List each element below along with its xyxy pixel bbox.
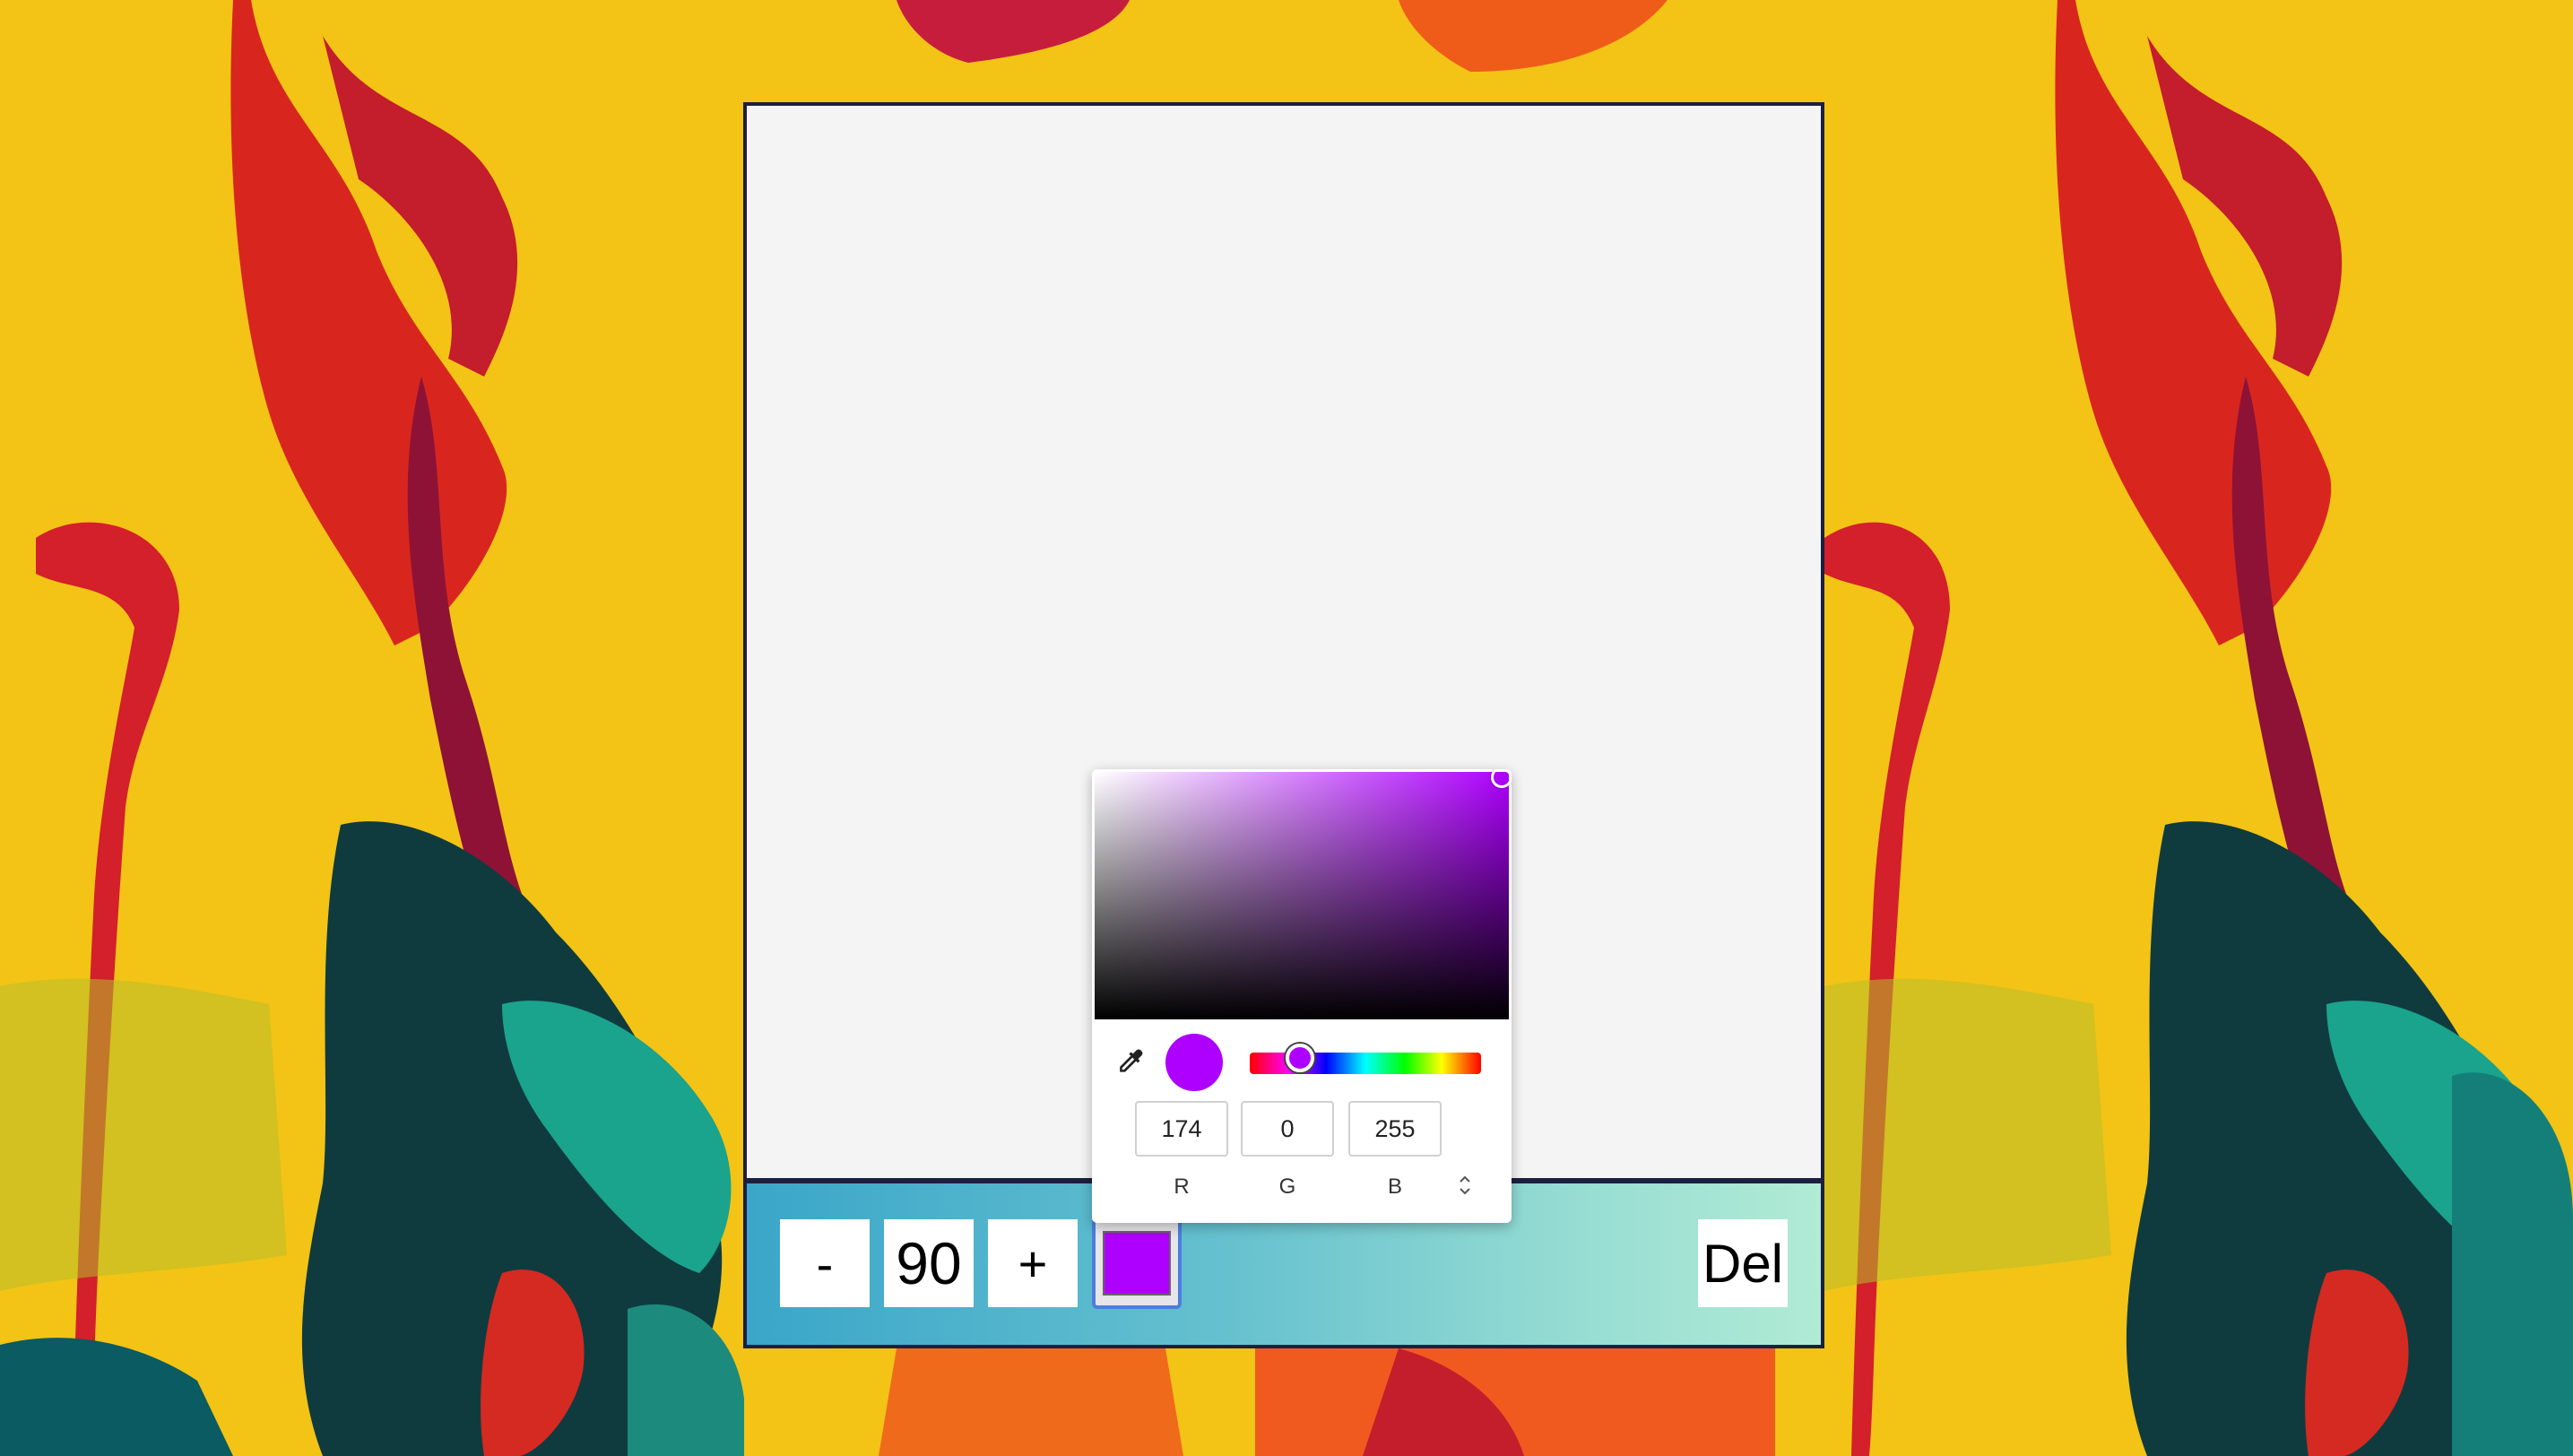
color-preview — [1165, 1034, 1223, 1091]
color-picker-button[interactable] — [1092, 1218, 1182, 1309]
delete-button[interactable]: Del — [1698, 1219, 1788, 1307]
eyedropper-icon-svg — [1120, 1049, 1143, 1072]
saturation-handle[interactable] — [1491, 769, 1512, 788]
hue-slider[interactable] — [1250, 1044, 1481, 1074]
eyedropper-icon[interactable] — [1112, 1044, 1148, 1079]
green-input[interactable] — [1241, 1101, 1334, 1157]
up-down-chevron-icon[interactable] — [1454, 1171, 1476, 1200]
saturation-value-area[interactable] — [1095, 769, 1512, 1019]
brush-size-value: 90 — [884, 1219, 974, 1307]
decrease-size-button[interactable]: - — [780, 1219, 870, 1307]
green-label: G — [1278, 1174, 1296, 1199]
hue-slider-thumb[interactable] — [1286, 1044, 1314, 1072]
current-color-swatch — [1103, 1231, 1171, 1296]
red-input[interactable] — [1135, 1101, 1228, 1157]
increase-size-button[interactable]: + — [988, 1219, 1078, 1307]
up-down-chevron-icon-svg — [1460, 1175, 1470, 1195]
blue-label: B — [1387, 1174, 1402, 1199]
color-picker-popup: R G B — [1092, 769, 1512, 1223]
red-label: R — [1174, 1174, 1190, 1199]
blue-input[interactable] — [1348, 1101, 1442, 1157]
